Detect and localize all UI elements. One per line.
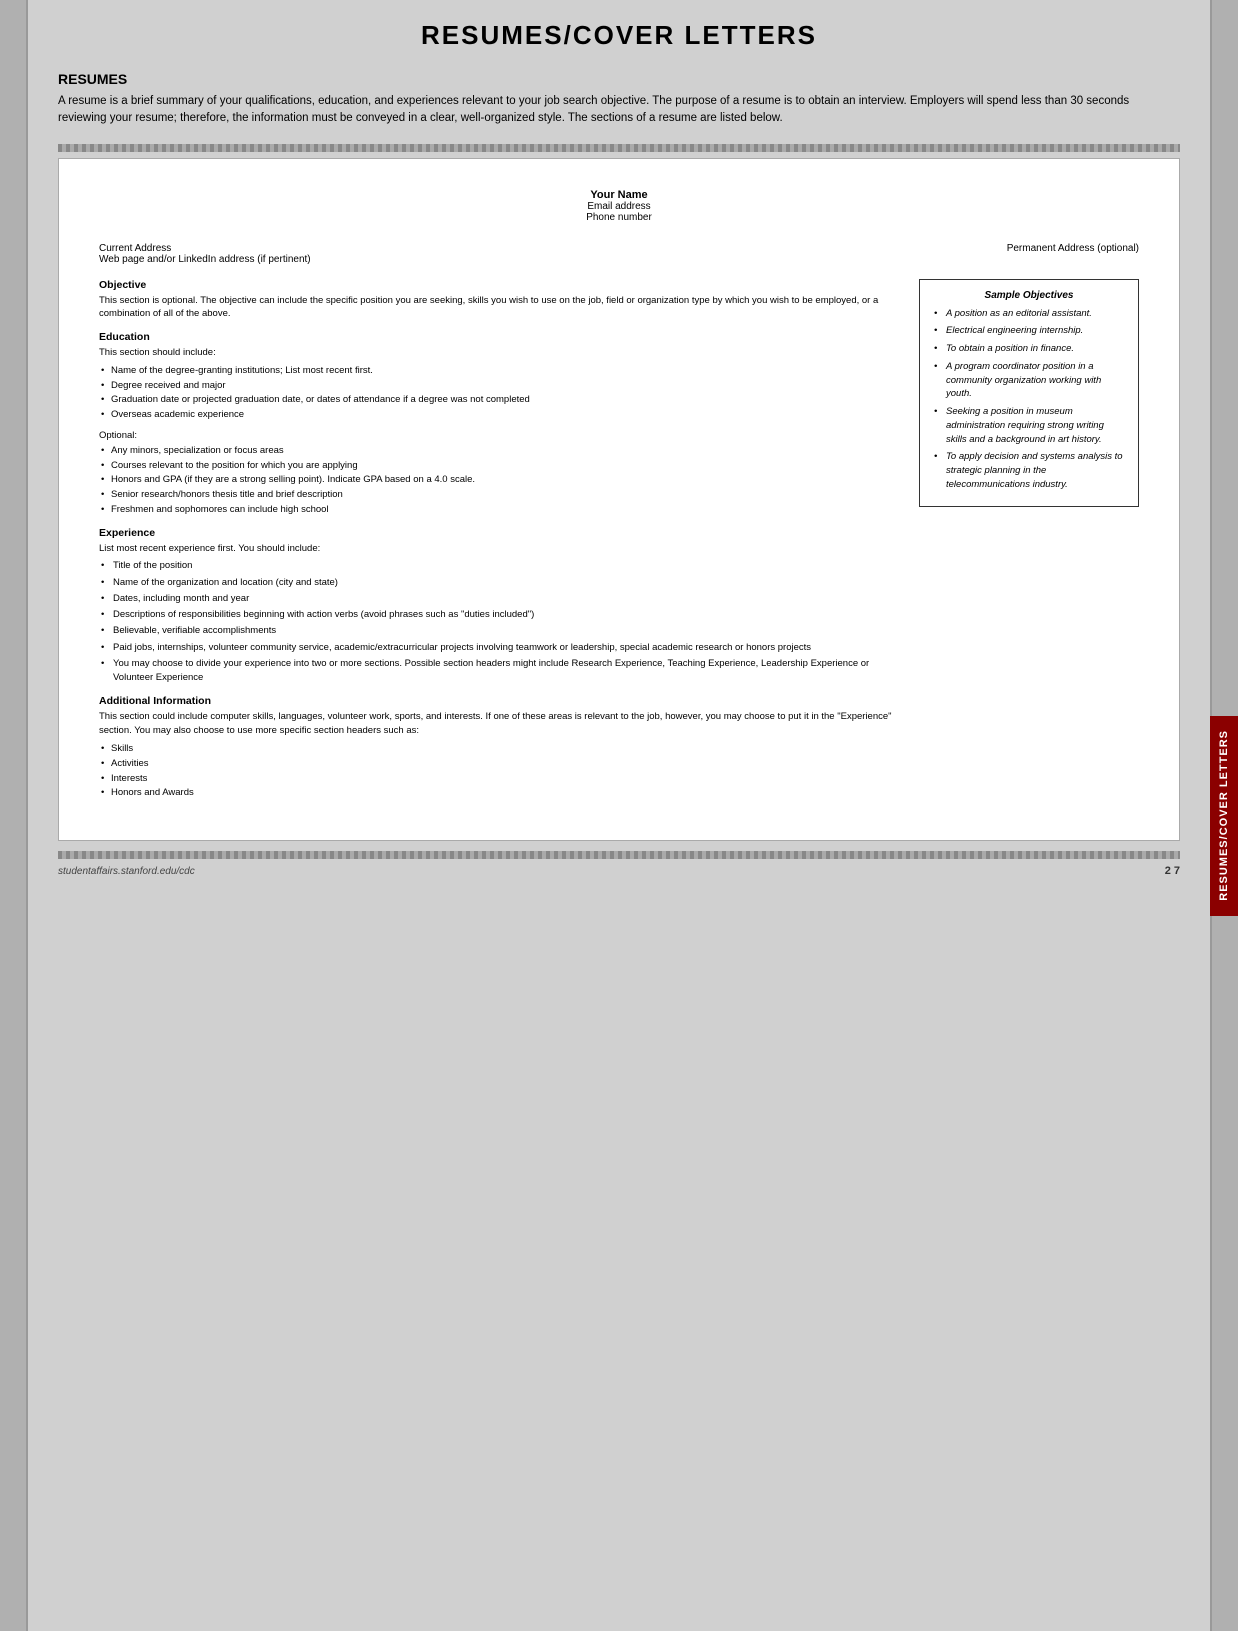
doc-header: Your Name Email address Phone number (99, 189, 1139, 223)
sidebar-item-3: To obtain a position in finance. (932, 342, 1126, 356)
sidebar-objectives-list: A position as an editorial assistant. El… (932, 307, 1126, 492)
exp-bullet-5: Believable, verifiable accomplishments (99, 624, 905, 638)
doc-email: Email address (99, 201, 1139, 212)
resume-document: Your Name Email address Phone number Cur… (58, 158, 1180, 842)
sidebar-item-1: A position as an editorial assistant. (932, 307, 1126, 321)
sidebar-item-4: A program coordinator position in a comm… (932, 360, 1126, 401)
footer-url: studentaffairs.stanford.edu/cdc (58, 866, 195, 877)
add-bullet-1: Skills (99, 742, 905, 756)
optional-label: Optional: (99, 430, 905, 441)
edu-bullet-1: Name of the degree-granting institutions… (99, 364, 905, 378)
right-border: RESUMES/COVER LETTERS (1210, 0, 1238, 1631)
sample-objectives-box: Sample Objectives A position as an edito… (919, 279, 1139, 507)
objective-section: Objective This section is optional. The … (99, 279, 905, 322)
resumes-heading: RESUMES (58, 71, 1180, 87)
objective-title: Objective (99, 279, 905, 291)
exp-bullet-1: Title of the position (99, 559, 905, 573)
right-tab-text: RESUMES/COVER LETTERS (1218, 730, 1230, 901)
exp-bullet-4: Descriptions of responsibilities beginni… (99, 608, 905, 622)
education-section: Education This section should include: N… (99, 331, 905, 517)
add-bullet-2: Activities (99, 757, 905, 771)
exp-bullet-6: Paid jobs, internships, volunteer commun… (99, 641, 905, 655)
exp-bullet-2: Name of the organization and location (c… (99, 576, 905, 590)
edu-opt-bullet-2: Courses relevant to the position for whi… (99, 459, 905, 473)
top-pattern (58, 144, 1180, 152)
doc-main-col: Objective This section is optional. The … (99, 279, 905, 811)
additional-bullets: Skills Activities Interests Honors and A… (99, 742, 905, 800)
experience-bullets: Title of the position Name of the organi… (99, 559, 905, 685)
additional-body: This section could include computer skil… (99, 710, 905, 738)
doc-phone: Phone number (99, 212, 1139, 223)
intro-paragraph: A resume is a brief summary of your qual… (58, 93, 1180, 128)
footer-page: 2 7 (1165, 865, 1180, 877)
right-tab: RESUMES/COVER LETTERS (1210, 716, 1238, 916)
doc-web-address: Web page and/or LinkedIn address (if per… (99, 254, 619, 265)
main-content: RESUMES/COVER LETTERS RESUMES A resume i… (28, 0, 1210, 1631)
education-bullets: Name of the degree-granting institutions… (99, 364, 905, 422)
exp-bullet-7: You may choose to divide your experience… (99, 657, 905, 686)
edu-bullet-2: Degree received and major (99, 379, 905, 393)
education-intro: This section should include: (99, 346, 905, 360)
edu-bullet-4: Overseas academic experience (99, 408, 905, 422)
objective-body: This section is optional. The objective … (99, 294, 905, 322)
exp-bullet-3: Dates, including month and year (99, 592, 905, 606)
doc-content-area: Objective This section is optional. The … (99, 279, 1139, 811)
sidebar-item-2: Electrical engineering internship. (932, 324, 1126, 338)
additional-section: Additional Information This section coul… (99, 695, 905, 800)
footer: studentaffairs.stanford.edu/cdc 2 7 (58, 859, 1180, 877)
sidebar-item-6: To apply decision and systems analysis t… (932, 450, 1126, 491)
resumes-section: RESUMES A resume is a brief summary of y… (58, 71, 1180, 128)
additional-title: Additional Information (99, 695, 905, 707)
experience-intro: List most recent experience first. You s… (99, 542, 905, 556)
doc-current-address: Current Address (99, 243, 619, 254)
add-bullet-3: Interests (99, 772, 905, 786)
doc-your-name: Your Name (99, 189, 1139, 201)
left-border (0, 0, 28, 1631)
doc-permanent-address: Permanent Address (optional) (619, 243, 1139, 265)
edu-opt-bullet-5: Freshmen and sophomores can include high… (99, 503, 905, 517)
sidebar-title: Sample Objectives (932, 290, 1126, 301)
doc-address-left: Current Address Web page and/or LinkedIn… (99, 243, 619, 265)
education-title: Education (99, 331, 905, 343)
edu-bullet-3: Graduation date or projected graduation … (99, 393, 905, 407)
add-bullet-4: Honors and Awards (99, 786, 905, 800)
experience-title: Experience (99, 527, 905, 539)
edu-opt-bullet-1: Any minors, specialization or focus area… (99, 444, 905, 458)
doc-address-row: Current Address Web page and/or LinkedIn… (99, 243, 1139, 265)
sidebar-item-5: Seeking a position in museum administrat… (932, 405, 1126, 446)
bottom-pattern (58, 851, 1180, 859)
experience-section: Experience List most recent experience f… (99, 527, 905, 686)
page-title: RESUMES/COVER LETTERS (58, 20, 1180, 51)
edu-opt-bullet-4: Senior research/honors thesis title and … (99, 488, 905, 502)
edu-opt-bullet-3: Honors and GPA (if they are a strong sel… (99, 473, 905, 487)
education-optional-bullets: Any minors, specialization or focus area… (99, 444, 905, 517)
